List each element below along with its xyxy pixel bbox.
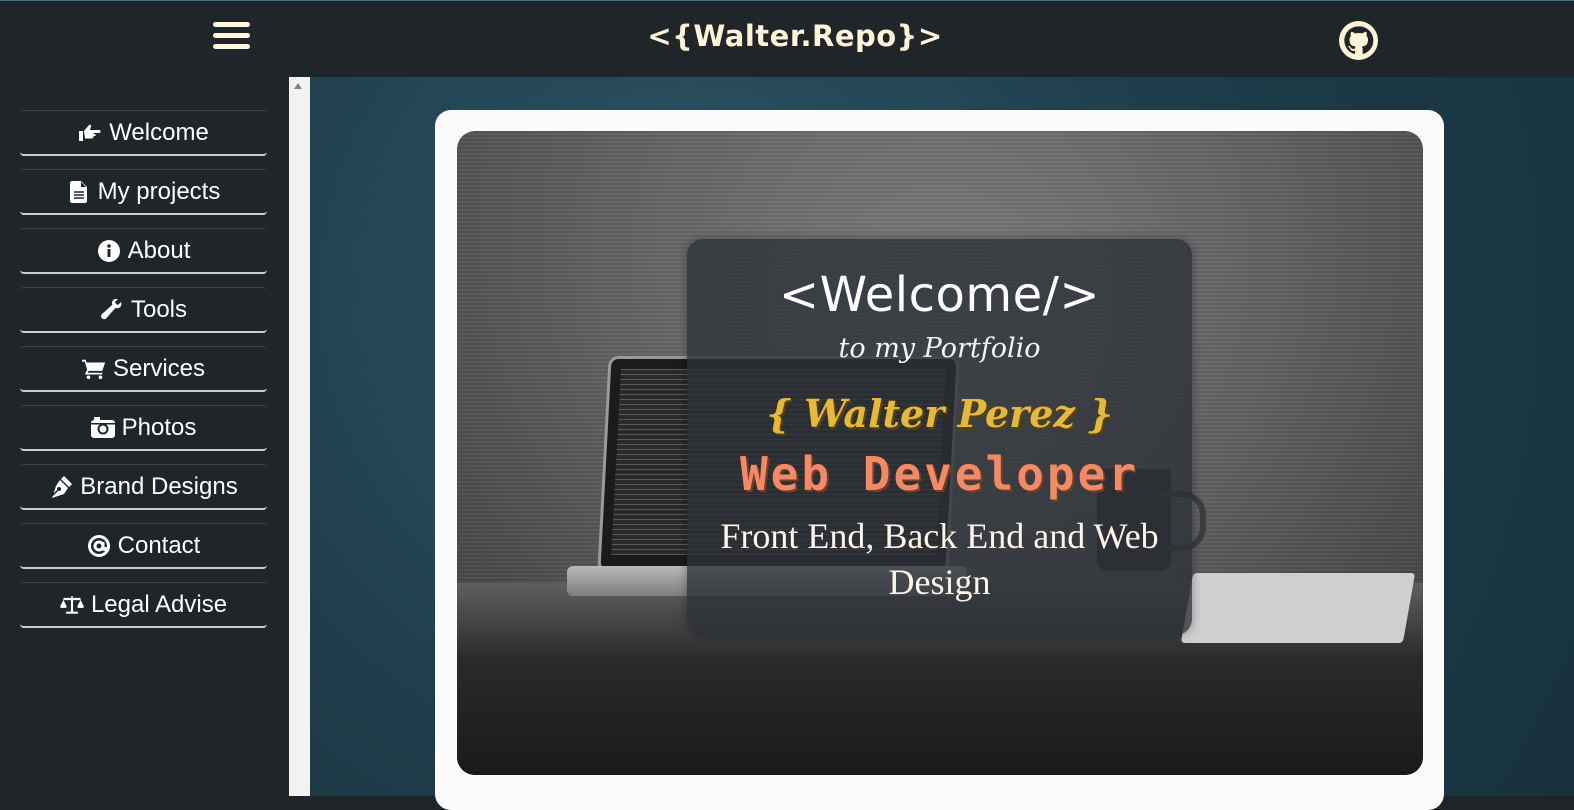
shopping-cart-icon — [81, 357, 106, 381]
welcome-overlay: <Welcome/> to my Portfolio { Walter Pere… — [687, 239, 1192, 635]
wrench-icon — [100, 298, 124, 322]
sidebar-item-welcome[interactable]: Welcome — [20, 110, 267, 156]
hamburger-menu-icon[interactable] — [210, 18, 252, 54]
sidebar-item-tools[interactable]: Tools — [20, 287, 267, 333]
sidebar-item-label: Services — [112, 354, 206, 382]
top-bar: <{Walter.Repo}> — [0, 0, 1574, 77]
welcome-title: <Welcome/> — [778, 267, 1101, 323]
sidebar-item-label: Welcome — [109, 118, 209, 146]
developer-name: { Walter Perez } — [766, 391, 1113, 436]
sidebar-item-label: About — [127, 236, 191, 264]
pen-nib-icon — [49, 475, 73, 499]
sidebar-item-contact[interactable]: Contact — [20, 523, 267, 569]
sidebar-item-label: Contact — [117, 531, 201, 559]
scroll-up-arrow-icon[interactable] — [294, 83, 302, 89]
sidebar-item-label: Tools — [130, 295, 188, 323]
github-icon[interactable] — [1339, 21, 1378, 60]
sidebar-item-label: Legal Advise — [90, 590, 228, 618]
sidebar-item-services[interactable]: Services — [20, 346, 267, 392]
sidebar-item-legal-advise[interactable]: Legal Advise — [20, 582, 267, 628]
notebook-image — [1180, 573, 1416, 643]
sidebar-item-about[interactable]: About — [20, 228, 267, 274]
info-circle-icon — [97, 239, 121, 263]
sidebar-item-label: Photos — [121, 413, 197, 441]
sidebar-item-brand-designs[interactable]: Brand Designs — [20, 464, 267, 510]
welcome-subtitle: to my Portfolio — [838, 333, 1041, 364]
at-sign-icon — [87, 534, 111, 558]
sidebar-item-my-projects[interactable]: My projects — [20, 169, 267, 215]
camera-icon — [90, 416, 115, 440]
developer-role: Web Developer — [739, 447, 1140, 501]
developer-description: Front End, Back End and Web Design — [720, 516, 1159, 602]
sidebar-nav: Welcome My projects About Tools Services… — [0, 77, 289, 796]
pointing-hand-icon — [78, 121, 102, 145]
sidebar-item-photos[interactable]: Photos — [20, 405, 267, 451]
site-brand[interactable]: <{Walter.Repo}> — [600, 19, 990, 53]
sidebar-item-label: Brand Designs — [80, 472, 238, 500]
scrollbar[interactable] — [289, 77, 310, 796]
balance-scale-icon — [59, 593, 84, 617]
document-icon — [67, 180, 91, 204]
sidebar-item-label: My projects — [97, 177, 221, 205]
